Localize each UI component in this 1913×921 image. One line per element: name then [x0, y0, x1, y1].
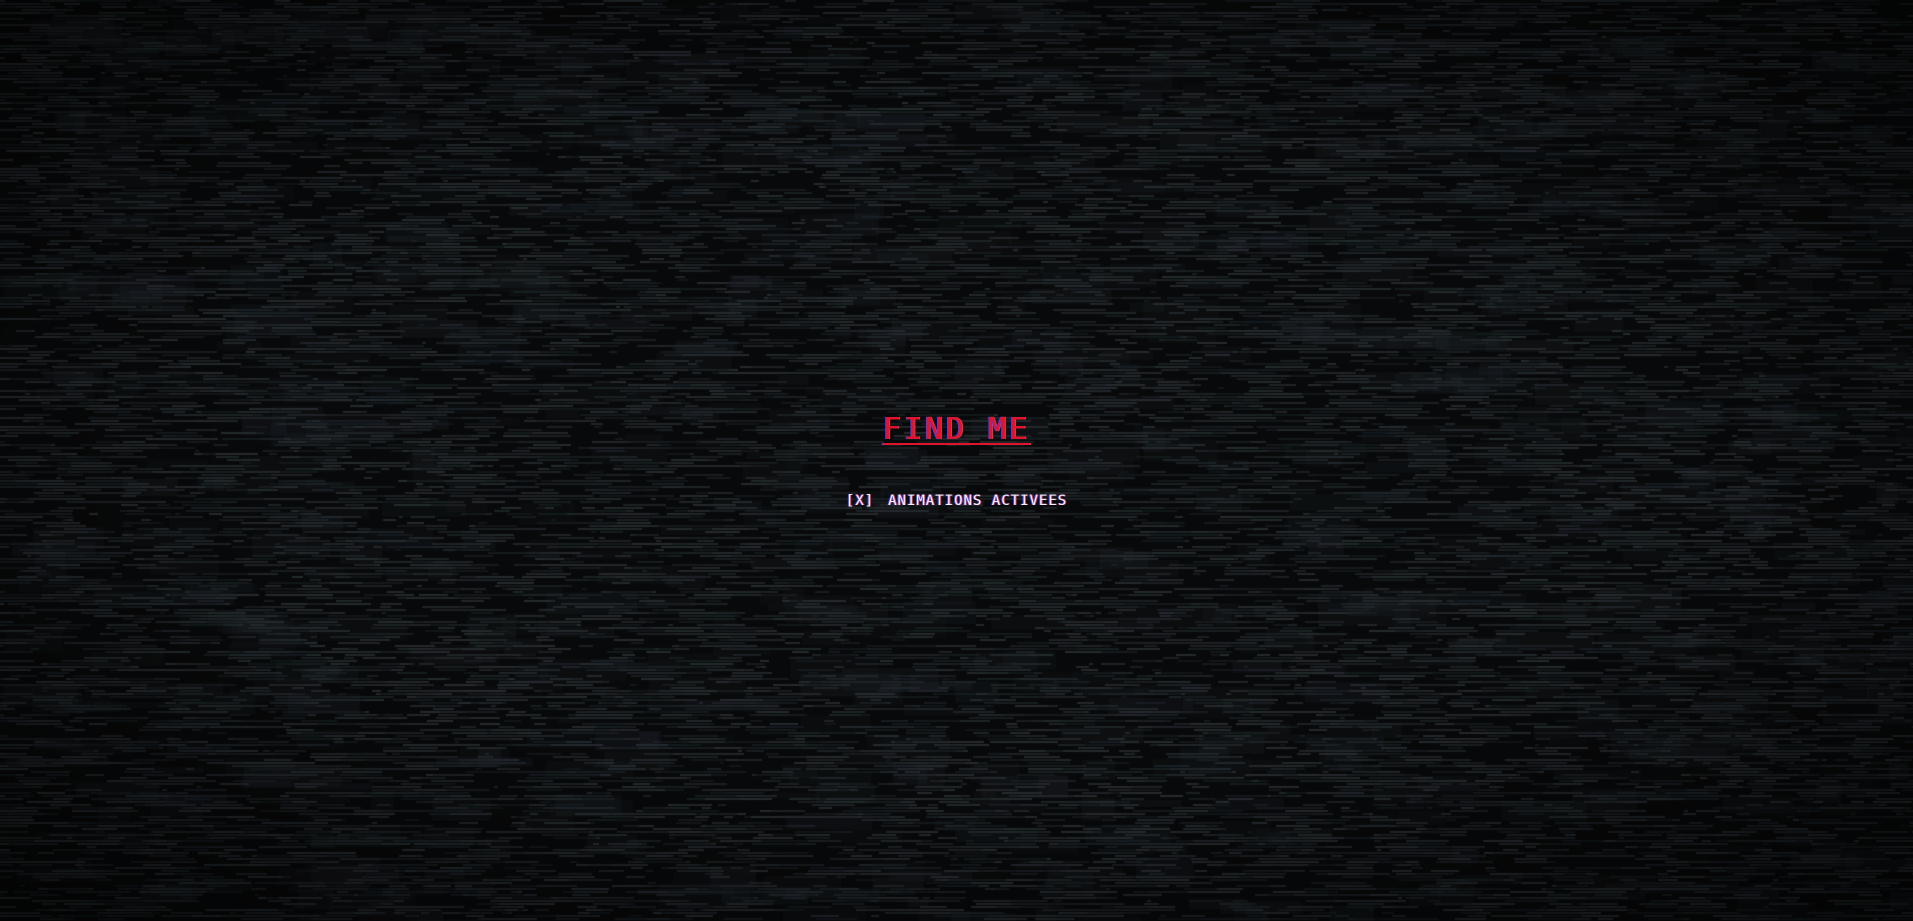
find-me-link[interactable]: FIND ME [883, 412, 1030, 447]
game-screen: FIND ME [X] ANIMATIONS ACTIVEES [0, 0, 1913, 921]
title-link-container: FIND ME [0, 410, 1913, 450]
main-menu: FIND ME [X] ANIMATIONS ACTIVEES [0, 0, 1913, 921]
animation-checkbox[interactable]: [X] [846, 493, 874, 509]
animation-toggle-label[interactable]: ANIMATIONS ACTIVEES [888, 493, 1067, 509]
animation-toggle[interactable]: [X] ANIMATIONS ACTIVEES [0, 491, 1913, 511]
